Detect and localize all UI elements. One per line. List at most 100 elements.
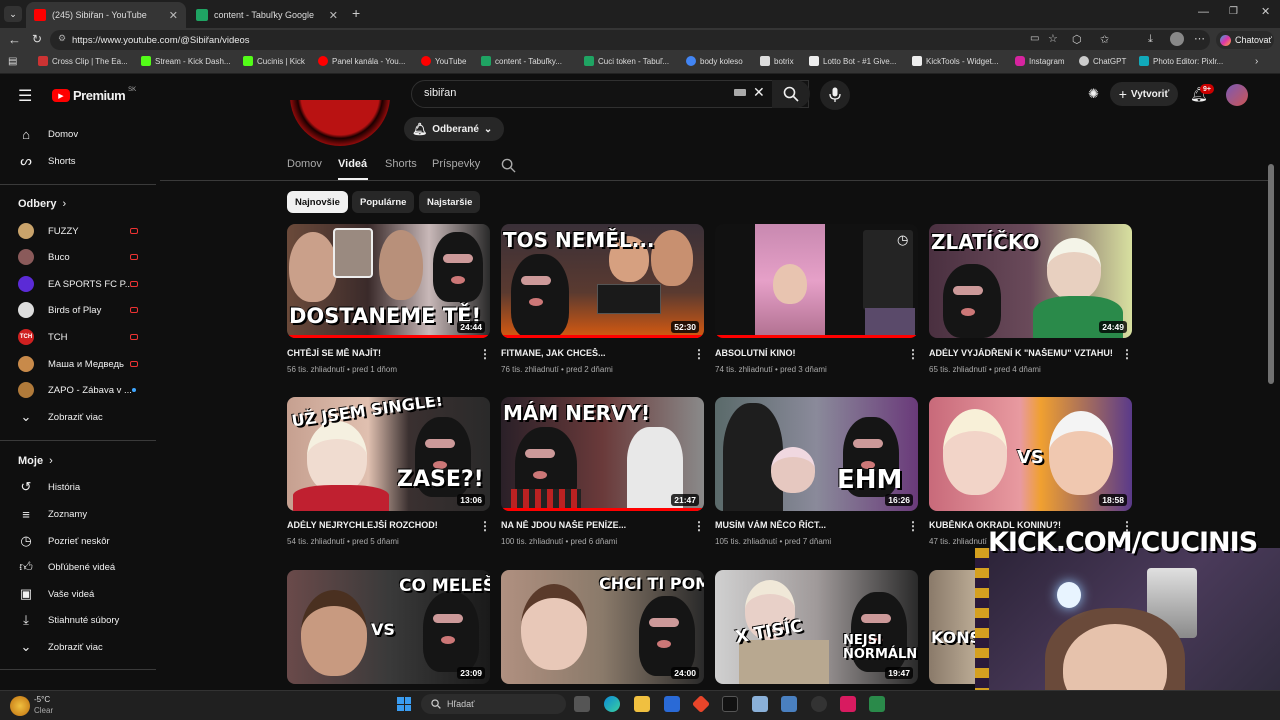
- sidebar-subs-show-more[interactable]: ⌄ Zobraziť viac: [0, 404, 156, 430]
- sidebar-item-playlists[interactable]: ≡ Zoznamy: [0, 501, 156, 527]
- chip-oldest[interactable]: Najstaršie: [419, 191, 481, 213]
- maximize-icon[interactable]: ❐: [1229, 6, 1238, 17]
- sidebar-sub-item[interactable]: TCH TCH: [0, 324, 156, 350]
- subscriptions-heading[interactable]: Odbery ›: [18, 198, 66, 210]
- downloads-bar-icon[interactable]: ⤓: [1148, 33, 1153, 46]
- channel-avatar-large[interactable]: [290, 100, 390, 146]
- more-actions-icon[interactable]: ⋮: [907, 347, 919, 361]
- tiktok-icon[interactable]: [722, 696, 738, 712]
- bookmark[interactable]: Lotto Bot - #1 Give...: [809, 56, 896, 66]
- video-title[interactable]: ADÉLY NEJRYCHLEJŠÍ ROZCHOD!: [287, 520, 472, 530]
- video-thumbnail[interactable]: CHCI TI POMOC. 24:00: [501, 570, 704, 684]
- video-thumbnail[interactable]: DOSTANEME TĚ! 24:44: [287, 224, 490, 338]
- sidebar-item-home[interactable]: ⌂ Domov: [0, 121, 156, 147]
- sidebar-sub-item[interactable]: Маша и Медведь: [0, 351, 156, 377]
- bookmark[interactable]: body koleso: [686, 56, 743, 66]
- bookmark[interactable]: content - Tabuľky...: [481, 56, 562, 66]
- bookmark[interactable]: Stream - Kick Dash...: [141, 56, 231, 66]
- watch-later-icon[interactable]: ◷: [897, 232, 908, 248]
- hamburger-menu-icon[interactable]: ☰: [18, 86, 32, 106]
- bookmark[interactable]: Panel kanála - You...: [318, 56, 405, 66]
- reload-icon[interactable]: ↻: [32, 32, 42, 46]
- close-tab-icon[interactable]: ✕: [329, 9, 338, 22]
- sidebar-toggle-icon[interactable]: ▤: [8, 56, 17, 67]
- capcut-icon[interactable]: [781, 696, 797, 712]
- tab-home[interactable]: Domov: [287, 158, 322, 170]
- video-thumbnail[interactable]: ZLATÍČKO 24:49: [929, 224, 1132, 338]
- bookmark[interactable]: Cuci token - Tabuľ...: [584, 56, 669, 66]
- tiktok-live-icon[interactable]: [840, 696, 856, 712]
- video-title[interactable]: MUSÍM VÁM NĚCO ŘÍCT...: [715, 520, 900, 530]
- video-title[interactable]: ABSOLUTNÍ KINO!: [715, 348, 900, 358]
- video-thumbnail[interactable]: TOS NEMĚL... 52:30: [501, 224, 704, 338]
- video-title[interactable]: FITMANE, JAK CHCEŠ...: [501, 348, 686, 358]
- page-scrollbar[interactable]: [1268, 164, 1274, 384]
- sidebar-sub-item[interactable]: Birds of Play: [0, 297, 156, 323]
- cast-icon[interactable]: ▭: [1030, 33, 1039, 44]
- more-actions-icon[interactable]: ⋮: [479, 519, 491, 533]
- you-heading[interactable]: Moje ›: [18, 455, 53, 467]
- search-input[interactable]: sibiřan ✕: [411, 80, 809, 108]
- bookmark[interactable]: Cucinis | Kick: [243, 56, 305, 66]
- menu-dots-icon[interactable]: ⋯: [1194, 32, 1205, 45]
- video-title[interactable]: CHTĚJÍ SE MĚ NAJÍT!: [287, 348, 472, 358]
- profile-avatar[interactable]: [1170, 32, 1184, 46]
- sidebar-item-history[interactable]: ↺ História: [0, 474, 156, 500]
- more-actions-icon[interactable]: ⋮: [907, 519, 919, 533]
- close-tab-icon[interactable]: ✕: [169, 9, 178, 22]
- create-button[interactable]: + Vytvoriť: [1110, 82, 1178, 106]
- more-bookmarks-icon[interactable]: ›: [1255, 56, 1258, 67]
- account-avatar[interactable]: [1226, 84, 1248, 106]
- tab-sheets[interactable]: content - Tabuľky Google ✕: [188, 2, 346, 28]
- video-thumbnail[interactable]: X TISÍC NEJSI NORMÁLNÍ! 19:47: [715, 570, 918, 684]
- video-title[interactable]: ADÉLY VYJÁDŘENÍ K "NAŠEMU" VZTAHU!: [929, 348, 1114, 358]
- tab-youtube[interactable]: (245) Sibiřan - YouTube ✕: [26, 2, 186, 28]
- tab-list-button[interactable]: ⌄: [4, 6, 22, 22]
- weather-icon[interactable]: [10, 696, 30, 716]
- sidebar-item-watch-later[interactable]: ◷ Pozrieť neskôr: [0, 528, 156, 554]
- copilot-button[interactable]: Chatovať: [1216, 31, 1274, 49]
- tab-videos[interactable]: Videá: [338, 158, 367, 170]
- sparkle-icon[interactable]: ✺: [1088, 86, 1099, 102]
- task-view-icon[interactable]: [574, 696, 590, 712]
- chip-newest[interactable]: Najnovšie: [287, 191, 348, 213]
- voice-search-button[interactable]: [820, 80, 850, 110]
- sidebar-item-liked[interactable]: 👍︎ Obľúbené videá: [0, 554, 156, 580]
- site-info-icon[interactable]: ⚙: [58, 33, 66, 44]
- bookmark[interactable]: Instagram: [1015, 56, 1065, 66]
- bookmark-star-icon[interactable]: ☆: [1048, 32, 1058, 45]
- more-actions-icon[interactable]: ⋮: [693, 347, 705, 361]
- video-thumbnail[interactable]: UŽ JSEM SINGLE! ZASE?! 13:06: [287, 397, 490, 511]
- favorites-icon[interactable]: ✩: [1100, 33, 1109, 46]
- clear-search-icon[interactable]: ✕: [753, 84, 765, 101]
- more-actions-icon[interactable]: ⋮: [693, 519, 705, 533]
- app-icon[interactable]: [869, 696, 885, 712]
- new-tab-icon[interactable]: +: [352, 5, 360, 21]
- youtube-logo[interactable]: ▶ Premium SK: [52, 87, 136, 103]
- windows-start-icon[interactable]: [397, 697, 411, 711]
- sidebar-you-show-more[interactable]: ⌄ Zobraziť viac: [0, 634, 156, 660]
- video-thumbnail[interactable]: ◷: [715, 224, 918, 338]
- notes-icon[interactable]: [752, 696, 768, 712]
- chip-popular[interactable]: Populárne: [352, 191, 415, 213]
- bookmark[interactable]: Cross Clip | The Ea...: [38, 56, 128, 66]
- video-title[interactable]: NA NĚ JDOU NAŠE PENÍZE...: [501, 520, 686, 530]
- video-thumbnail[interactable]: VS 18:58: [929, 397, 1132, 511]
- close-window-icon[interactable]: ✕: [1261, 5, 1270, 18]
- bookmark[interactable]: Photo Editor: Pixlr...: [1139, 56, 1223, 66]
- search-button[interactable]: [772, 80, 810, 108]
- extensions-icon[interactable]: ⬡: [1072, 33, 1082, 46]
- video-thumbnail[interactable]: CO MELEŠ?! VS 23:09: [287, 570, 490, 684]
- sidebar-sub-item[interactable]: ZAPO - Zábava v ...: [0, 377, 156, 403]
- more-actions-icon[interactable]: ⋮: [1121, 347, 1133, 361]
- more-actions-icon[interactable]: ⋮: [479, 347, 491, 361]
- bookmark[interactable]: YouTube: [421, 56, 466, 66]
- sidebar-sub-item[interactable]: Buco: [0, 244, 156, 270]
- sidebar-item-shorts[interactable]: ᔕ Shorts: [0, 148, 156, 174]
- taskbar-search[interactable]: Hľadať: [421, 694, 566, 714]
- bookmark[interactable]: ChatGPT: [1079, 56, 1126, 66]
- back-icon[interactable]: ←: [8, 32, 21, 47]
- bookmark[interactable]: KickTools - Widget...: [912, 56, 998, 66]
- file-explorer-icon[interactable]: [634, 696, 650, 712]
- sidebar-sub-item[interactable]: FUZZY: [0, 218, 156, 244]
